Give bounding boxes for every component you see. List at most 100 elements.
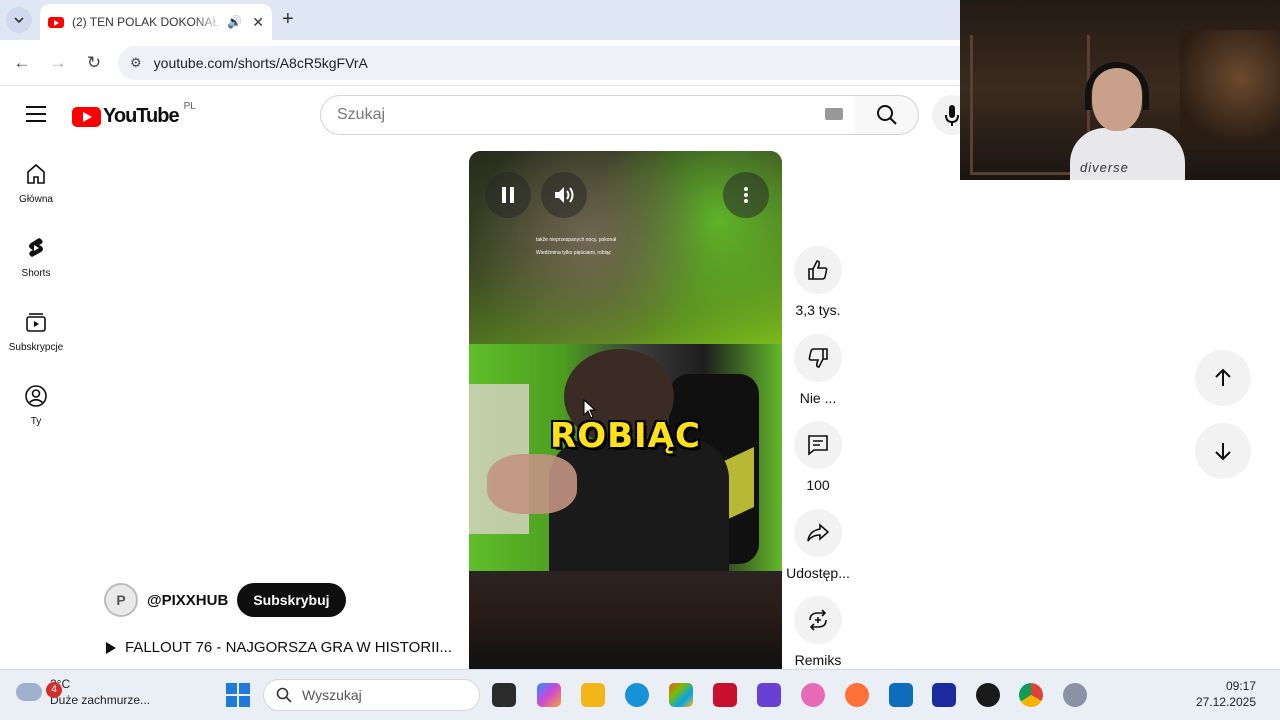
edge-icon[interactable] xyxy=(625,683,649,707)
video-person-hand xyxy=(487,454,577,514)
forward-button[interactable]: → xyxy=(46,51,70,75)
file-explorer-icon[interactable] xyxy=(581,683,605,707)
youtube-logo-text: YouTube xyxy=(103,105,180,127)
channel-row: P @PIXXHUB Subskrybuj xyxy=(104,583,346,617)
youtube-favicon-icon xyxy=(48,16,64,28)
dislike-icon xyxy=(808,347,828,368)
video-caption: ROBIĄC xyxy=(550,416,701,456)
remix-label: Remiks xyxy=(794,652,842,668)
guide-item-subscriptions[interactable]: Subskrypcje xyxy=(0,298,72,372)
volume-button[interactable] xyxy=(541,172,587,218)
new-tab-button[interactable]: + xyxy=(282,8,294,31)
like-icon xyxy=(808,260,828,280)
dislike-button[interactable] xyxy=(794,333,842,382)
vpn-icon[interactable] xyxy=(757,683,781,707)
like-action: 3,3 tys. xyxy=(784,246,852,334)
guide-item-label: Subskrypcje xyxy=(8,342,64,353)
chevron-down-icon xyxy=(14,17,24,24)
channel-handle[interactable]: @PIXXHUB xyxy=(147,592,228,609)
cloud-icon xyxy=(16,683,42,701)
start-button[interactable] xyxy=(226,683,250,707)
previous-short-button[interactable] xyxy=(1195,350,1251,406)
l-app-icon[interactable] xyxy=(932,683,956,707)
temperature: 2°C xyxy=(50,676,150,692)
video-blurred-background-bottom xyxy=(469,571,782,669)
remix-icon xyxy=(809,609,827,631)
menu-icon[interactable] xyxy=(26,106,46,122)
next-short-button[interactable] xyxy=(1195,423,1251,479)
guide-item-you[interactable]: Ty xyxy=(0,372,72,446)
video-title-link[interactable]: FALLOUT 76 - NAJGORSZA GRA W HISTORII... xyxy=(106,639,452,656)
youtube-logo[interactable]: YouTube PL xyxy=(72,101,196,128)
share-label: Udostęp... xyxy=(786,564,850,581)
guide-item-shorts[interactable]: Shorts xyxy=(0,224,72,298)
webcam-shirt-text: diverse xyxy=(1080,160,1129,175)
weather-text: 2°C Duże zachmurze... xyxy=(50,676,150,708)
comments-action: 100 xyxy=(784,421,852,509)
weather-description: Duże zachmurze... xyxy=(50,693,151,707)
remix-button[interactable] xyxy=(794,596,842,644)
guide-item-home[interactable]: Główna xyxy=(0,150,72,224)
video-subtitle-line: takže nieprzespanych nocy, pokonał xyxy=(536,237,617,243)
app-icon[interactable] xyxy=(801,683,825,707)
windows-taskbar: 4 2°C Duże zachmurze... Wyszukaj 09:17 2… xyxy=(0,669,1280,720)
like-button[interactable] xyxy=(794,246,842,294)
back-button[interactable]: ← xyxy=(10,51,34,75)
url-text: youtube.com/shorts/A8cR5kgFVrA xyxy=(153,55,368,71)
arrow-down-icon xyxy=(1215,443,1231,461)
youtube-play-icon xyxy=(72,106,101,127)
guide-item-label: Shorts xyxy=(21,268,51,279)
firefox-icon[interactable] xyxy=(845,683,869,707)
more-vertical-icon xyxy=(744,187,748,203)
guide-sidebar: Główna Shorts Subskrypcje Ty xyxy=(0,150,72,446)
video-frame: ROBIĄC xyxy=(469,344,782,574)
more-options-button[interactable] xyxy=(723,172,769,218)
share-button[interactable] xyxy=(794,508,842,557)
country-code: PL xyxy=(183,101,196,112)
search-icon xyxy=(276,687,292,703)
comments-button[interactable] xyxy=(794,421,842,469)
channel-avatar[interactable]: P xyxy=(104,583,138,617)
chrome-icon[interactable] xyxy=(1019,683,1043,707)
like-count: 3,3 tys. xyxy=(795,302,841,318)
keyboard-icon[interactable] xyxy=(825,108,843,120)
weather-widget[interactable]: 4 2°C Duże zachmurze... xyxy=(16,676,150,708)
search-placeholder: Szukaj xyxy=(337,106,386,123)
store-icon[interactable] xyxy=(669,683,693,707)
address-bar[interactable]: ⚙ youtube.com/shorts/A8cR5kgFVrA xyxy=(118,46,978,80)
system-clock[interactable]: 09:17 27.12.2025 xyxy=(1196,678,1256,710)
pause-icon xyxy=(502,187,514,203)
comments-count: 100 xyxy=(806,477,830,493)
shorts-video-player[interactable]: takže nieprzespanych nocy, pokonał Wiedź… xyxy=(469,151,782,669)
close-tab-icon[interactable]: ✕ xyxy=(252,14,264,31)
share-action: Udostęp... xyxy=(784,508,852,597)
taskbar-search[interactable]: Wyszukaj xyxy=(263,679,480,711)
pause-button[interactable] xyxy=(485,172,531,218)
search-input[interactable]: Szukaj xyxy=(320,95,856,135)
webcam-overlay: diverse xyxy=(960,0,1280,180)
search-button[interactable] xyxy=(855,95,919,135)
subscribe-button[interactable]: Subskrybuj xyxy=(237,583,346,617)
tab-search-button[interactable] xyxy=(6,7,32,33)
weather-badge: 4 xyxy=(46,682,62,698)
video-subtitle-line: Wiedźmina tylko pięściami, robiąc xyxy=(536,250,612,256)
guide-item-label: Główna xyxy=(19,194,53,205)
settings-gear-icon[interactable] xyxy=(1063,683,1087,707)
site-info-icon[interactable]: ⚙ xyxy=(130,55,142,71)
clock-time: 09:17 xyxy=(1225,679,1256,693)
shorts-icon xyxy=(29,238,43,257)
mcafee-icon[interactable] xyxy=(713,683,737,707)
outlook-icon[interactable] xyxy=(889,683,913,707)
audio-playing-icon[interactable]: 🔊 xyxy=(227,15,242,29)
arrow-up-icon xyxy=(1215,368,1231,386)
guide-item-label: Ty xyxy=(30,416,42,427)
reload-button[interactable]: ↻ xyxy=(82,51,106,75)
task-view-icon[interactable] xyxy=(492,683,516,707)
browser-tab[interactable]: (2) TEN POLAK DOKONAŁ N 🔊 ✕ xyxy=(40,4,272,40)
subscriptions-icon xyxy=(26,313,46,332)
copilot-icon[interactable] xyxy=(537,683,561,707)
obs-icon[interactable] xyxy=(976,683,1000,707)
home-icon xyxy=(27,163,45,184)
share-icon xyxy=(807,522,830,541)
taskbar-search-placeholder: Wyszukaj xyxy=(302,687,362,703)
